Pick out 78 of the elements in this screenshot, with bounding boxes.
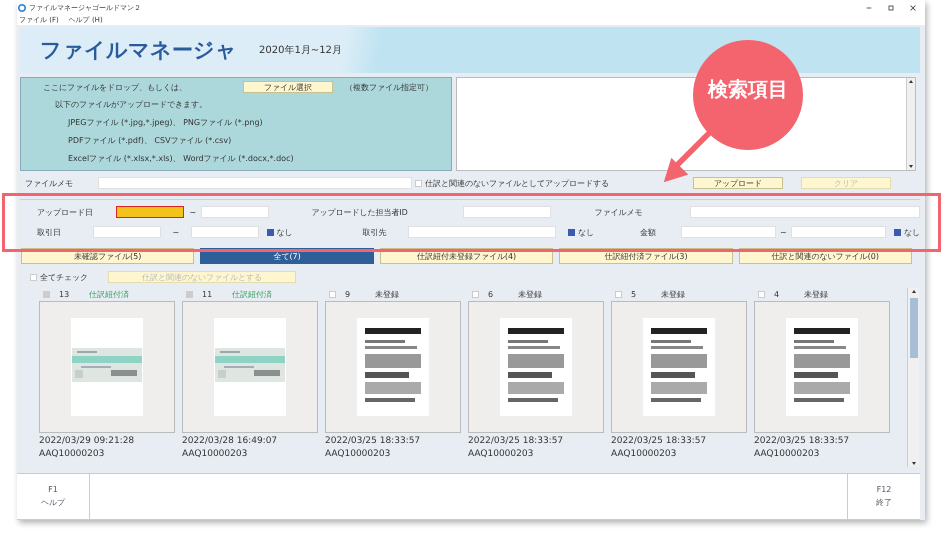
file-number: 11 <box>202 290 214 299</box>
scroll-up-icon[interactable] <box>910 289 916 295</box>
scroll-down-icon[interactable] <box>908 163 914 169</box>
close-icon[interactable] <box>909 4 917 12</box>
tilde-text: ~ <box>778 228 788 236</box>
checkbox[interactable] <box>894 228 901 236</box>
upload-button[interactable]: アップロード <box>693 177 783 189</box>
tilde-text: ~ <box>171 228 180 236</box>
thumbnail-frame[interactable] <box>611 301 747 433</box>
tilde-text: ~ <box>188 208 198 216</box>
field-label: 取引日 <box>36 226 62 238</box>
scrollbar[interactable] <box>906 78 915 170</box>
date-text: 2022/03/25 18:33:57 <box>754 436 850 446</box>
multi-note: （複数ファイル指定可） <box>345 82 433 92</box>
date-text: 2022/03/29 09:21:28 <box>39 436 136 446</box>
date-text: 2022/03/25 18:33:57 <box>325 436 422 446</box>
date-text: 2022/03/25 18:33:57 <box>611 436 708 446</box>
amount-from-field[interactable] <box>680 226 776 238</box>
file-number: 13 <box>59 290 70 299</box>
file-type-text: JPEGファイル (*.jpg,*.jpeg)、 PNGファイル (*.png) <box>68 117 264 128</box>
status-text: 未登録 <box>375 289 399 300</box>
field-label: 取引先 <box>362 226 388 238</box>
date-from-field[interactable] <box>116 206 184 218</box>
thumbnail-frame[interactable] <box>325 301 461 433</box>
thumbnail-frame[interactable] <box>468 301 604 433</box>
file-number: 4 <box>774 290 780 299</box>
scrollbar[interactable] <box>907 288 919 467</box>
file-memo-field[interactable] <box>690 206 920 218</box>
status-text: 未登録 <box>804 289 828 300</box>
id-text: AAQ10000203 <box>39 449 106 459</box>
maximize-icon[interactable] <box>887 4 895 12</box>
checkbox[interactable] <box>568 228 576 236</box>
field-label: ファイルメモ <box>593 206 644 218</box>
checkbox-label: なし <box>276 226 293 238</box>
app-icon <box>18 4 26 12</box>
checkbox-label: 全てチェック <box>40 272 88 282</box>
period-text: 2020年1月~12月 <box>259 44 342 57</box>
scroll-thumb[interactable] <box>910 298 918 358</box>
checkbox-label: なし <box>904 226 920 238</box>
scroll-up-icon[interactable] <box>908 79 914 85</box>
intro-text: 以下のファイルがアップロードできます。 <box>55 99 208 110</box>
date-to-field[interactable] <box>190 226 259 238</box>
date-text: 2022/03/28 16:49:07 <box>182 436 278 446</box>
thumbnail-frame[interactable] <box>39 301 175 433</box>
page-title: ファイルマネージャ <box>40 37 237 64</box>
status-text: 仕訳紐付済 <box>89 289 129 300</box>
status-text: 仕訳紐付済 <box>232 289 272 300</box>
file-number: 5 <box>631 290 638 299</box>
status-text: 未登録 <box>518 289 542 300</box>
memo-label: ファイルメモ <box>24 178 74 188</box>
file-number: 9 <box>345 290 352 299</box>
checkbox-label: 仕訳と関連のないファイルとしてアップロードする <box>425 178 609 188</box>
id-text: AAQ10000203 <box>754 449 820 459</box>
id-text: AAQ10000203 <box>611 449 678 459</box>
thumbnail-frame[interactable] <box>754 301 890 433</box>
memo-field[interactable] <box>98 177 412 189</box>
file-type-text: Excelファイル (*.xlsx,*.xls)、 Wordファイル (*.docx,*.doc) <box>68 153 295 164</box>
thumbnail-frame[interactable] <box>182 301 318 433</box>
amount-to-field[interactable] <box>791 226 886 238</box>
field-label: 金額 <box>639 226 658 238</box>
checkbox[interactable] <box>266 228 274 236</box>
field-label: アップロード日 <box>36 206 94 218</box>
id-text: AAQ10000203 <box>325 449 392 459</box>
file-type-text: PDFファイル (*.pdf)、 CSVファイル (*.csv) <box>68 135 232 146</box>
partner-field[interactable] <box>408 226 556 238</box>
date-to-field[interactable] <box>201 206 270 218</box>
date-text: 2022/03/25 18:33:57 <box>468 436 564 446</box>
drop-area[interactable]: ここにファイルをドロップ、もしくは、 ファイル選択 （複数ファイル指定可） 以下のファイルがアップロードできます。 JPEGファイル (*.jpg,*.jpeg)、 PNGファイル (*.png) PDFファイル (*.pdf)、 CSVファイル (*.csv) Excelファイル (*.xlsx,*.xls)、 Wordファイル (*.docx,*.doc) <box>20 77 452 171</box>
file-select-button[interactable]: ファイル選択 <box>243 81 333 93</box>
uploader-id-field[interactable] <box>463 206 552 218</box>
checkbox-label: なし <box>578 226 594 238</box>
status-text: 未登録 <box>661 289 685 300</box>
id-text: AAQ10000203 <box>182 449 248 459</box>
drop-text: ここにファイルをドロップ、もしくは、 <box>43 82 188 92</box>
field-label: アップロードした担当者ID <box>310 206 409 218</box>
scroll-down-icon[interactable] <box>910 460 916 466</box>
file-number: 6 <box>488 290 494 299</box>
id-text: AAQ10000203 <box>468 449 534 459</box>
